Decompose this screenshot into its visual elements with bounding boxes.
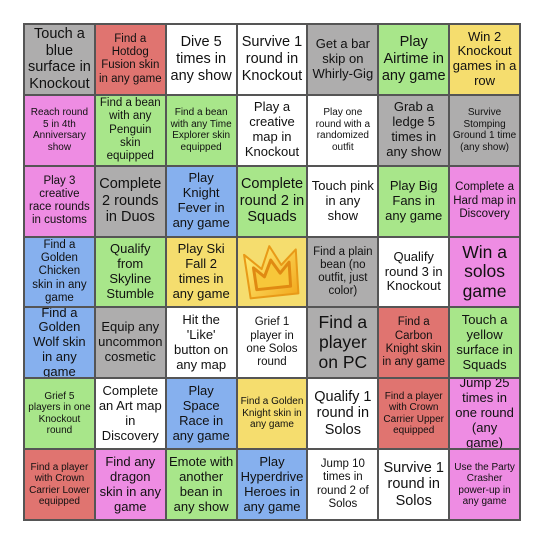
bingo-cell[interactable]: Play Airtime in any game [378, 24, 450, 95]
bingo-cell-label: Complete an Art map in Discovery [98, 382, 162, 443]
bingo-cell-label: Equip any uncommon cosmetic [98, 319, 163, 365]
bingo-cell[interactable]: Jump 25 times in one round (any game) [449, 378, 520, 450]
bingo-cell-label: Survive 1 round in Solos [383, 459, 444, 509]
bingo-cell-label: Touch a yellow surface in Squads [456, 311, 513, 372]
bingo-cell-label: Grief 5 players in one Knockout round [28, 390, 91, 437]
bingo-cell[interactable]: Find a player with Crown Carrier Lower e… [24, 449, 95, 520]
bingo-cell[interactable]: Play Ski Fall 2 times in any game [165, 236, 237, 308]
bingo-cell[interactable]: Win 2 Knockout games in a row [449, 24, 520, 95]
bingo-cell-label: Find a player on PC [318, 312, 368, 372]
bingo-cell-label: Reach round 5 in 4th Anniversary show [30, 107, 89, 153]
bingo-cell[interactable]: Win a solos game [449, 236, 520, 308]
bingo-cell-label: Find a Hotdog Fusion skin in any game [98, 32, 162, 85]
bingo-cell[interactable]: Find a Carbon Knight skin in any game [378, 307, 450, 379]
bingo-cell[interactable]: Play Space Race in any game [165, 378, 237, 450]
bingo-cell[interactable]: Survive 1 round in Solos [378, 449, 450, 520]
bingo-cell-label: Qualify 1 round in Solos [314, 388, 372, 439]
bingo-cell-label: Find a Golden Wolf skin in any game [33, 307, 86, 379]
bingo-cell-label: Find any dragon skin in any game [99, 453, 161, 514]
bingo-cell[interactable]: Get a bar skip on Whirly-Gig [307, 24, 379, 95]
bingo-cell-label: Find a plain bean (no outfit, just color… [313, 245, 373, 298]
bingo-cell[interactable]: Find a player with Crown Carrier Upper e… [378, 378, 450, 450]
bingo-cell[interactable]: Qualify from Skyline Stumble [94, 236, 166, 308]
bingo-cell-label: Grab a ledge 5 times in any show [386, 99, 442, 160]
bingo-cell[interactable]: Grief 5 players in one Knockout round [24, 378, 95, 450]
bingo-cell[interactable]: Find a Hotdog Fusion skin in any game [94, 24, 166, 95]
bingo-cell-label: Survive 1 round in Knockout [241, 34, 303, 84]
bingo-cell[interactable]: Hit the 'Like' button on any map [165, 307, 237, 379]
bingo-cell[interactable]: Find a Golden Chicken skin in any game [24, 236, 95, 308]
bingo-cell[interactable]: Complete round 2 in Squads [236, 165, 308, 237]
bingo-cell-label: Find a Golden Knight skin in any game [240, 396, 304, 431]
bingo-cell-label: Win 2 Knockout games in a row [452, 28, 517, 89]
bingo-cell-label: Dive 5 times in any show [170, 34, 232, 84]
bingo-cell-label: Find a player with Crown Carrier Upper e… [383, 390, 444, 437]
bingo-cell[interactable]: Find any dragon skin in any game [94, 449, 166, 520]
bingo-cell-label: Play Airtime in any game [381, 34, 446, 84]
bingo-cell[interactable]: Find a bean with any Time Explorer skin … [165, 94, 237, 166]
bingo-cell[interactable]: Find a plain bean (no outfit, just color… [307, 236, 379, 308]
bingo-cell-label: Complete a Hard map in Discovery [453, 181, 516, 220]
bingo-cell[interactable]: Complete an Art map in Discovery [94, 378, 166, 450]
bingo-board: Touch a blue surface in Knockout Find a H… [23, 23, 521, 521]
bingo-cell-label: Complete 2 rounds in Duos [99, 176, 162, 226]
bingo-cell[interactable]: Emote with another bean in any show [165, 449, 237, 520]
bingo-cell-label: Jump 10 times in round 2 of Solos [316, 458, 369, 510]
bingo-cell[interactable]: Equip any uncommon cosmetic [94, 307, 166, 379]
bingo-cell[interactable]: Dive 5 times in any show [165, 24, 237, 95]
crown-icon [243, 245, 300, 300]
bingo-cell-label: Complete round 2 in Squads [239, 176, 305, 226]
bingo-cell[interactable]: Find a Golden Knight skin in any game [236, 378, 308, 450]
bingo-cell[interactable]: Reach round 5 in 4th Anniversary show [24, 94, 95, 166]
bingo-cell[interactable]: Grab a ledge 5 times in any show [378, 94, 450, 166]
bingo-cell-label: Get a bar skip on Whirly-Gig [312, 36, 374, 81]
bingo-cell[interactable]: Play Knight Fever in any game [165, 165, 237, 237]
bingo-cell[interactable]: Find a bean with any Penguin skin equipp… [94, 94, 166, 166]
bingo-cell[interactable]: Play a creative map in Knockout [236, 94, 308, 166]
bingo-cell[interactable]: Find a player on PC [307, 307, 379, 379]
bingo-cell-label: Win a solos game [462, 241, 507, 301]
bingo-cell-label: Play 3 creative race rounds in customs [29, 174, 90, 227]
bingo-cell[interactable]: Touch pink in any show [307, 165, 379, 237]
bingo-cell-label: Play Knight Fever in any game [172, 170, 230, 231]
bingo-cell[interactable]: Grief 1 player in one Solos round [236, 307, 308, 379]
bingo-cell-label: Jump 25 times in one round (any game) [455, 378, 514, 450]
bingo-cell[interactable]: Use the Party Crasher power-up in any ga… [449, 449, 520, 520]
bingo-cell[interactable]: Jump 10 times in round 2 of Solos [307, 449, 379, 520]
bingo-cell[interactable]: Survive 1 round in Knockout [236, 24, 308, 95]
bingo-cell-label: Find a bean with any Time Explorer skin … [170, 107, 232, 153]
bingo-cell-label: Qualify from Skyline Stumble [106, 241, 155, 301]
bingo-cell-label: Play Hyperdrive Heroes in any game [240, 453, 304, 514]
bingo-cell[interactable]: Play Hyperdrive Heroes in any game [236, 449, 308, 520]
bingo-cell[interactable]: Survive Stomping Ground 1 time (any show… [449, 94, 520, 166]
bingo-cell-label: Grief 1 player in one Solos round [246, 316, 298, 369]
bingo-cell[interactable]: Touch a blue surface in Knockout [24, 24, 95, 95]
bingo-cell-label: Play Ski Fall 2 times in any game [172, 241, 230, 301]
bingo-cell-label: Play Big Fans in any game [385, 177, 443, 223]
bingo-cell-label: Touch pink in any show [311, 177, 374, 223]
bingo-cell[interactable]: Play one round with a randomized outfit [307, 94, 379, 166]
bingo-cell[interactable]: Touch a yellow surface in Squads [449, 307, 520, 379]
bingo-cell-label: Touch a blue surface in Knockout [27, 26, 91, 93]
bingo-cell-label: Play a creative map in Knockout [244, 99, 300, 160]
bingo-cell-label: Qualify round 3 in Knockout [384, 248, 443, 294]
bingo-cell[interactable]: Complete a Hard map in Discovery [449, 165, 520, 237]
bingo-cell-label: Find a player with Crown Carrier Lower e… [29, 461, 90, 508]
bingo-cell-free-space[interactable] [236, 236, 308, 308]
bingo-cell-label: Play one round with a randomized outfit [315, 107, 371, 153]
bingo-cell[interactable]: Qualify 1 round in Solos [307, 378, 379, 450]
bingo-cell-label: Hit the 'Like' button on any map [174, 311, 229, 372]
bingo-cell-label: Survive Stomping Ground 1 time (any show… [452, 107, 517, 153]
bingo-cell[interactable]: Play Big Fans in any game [378, 165, 450, 237]
bingo-cell[interactable]: Play 3 creative race rounds in customs [24, 165, 95, 237]
bingo-cell-label: Find a Golden Chicken skin in any game [32, 238, 87, 304]
bingo-cell-label: Emote with another bean in any show [168, 453, 234, 514]
bingo-cell-label: Find a Carbon Knight skin in any game [382, 316, 446, 369]
bingo-cell[interactable]: Qualify round 3 in Knockout [378, 236, 450, 308]
bingo-cell[interactable]: Find a Golden Wolf skin in any game [24, 307, 95, 379]
bingo-cell-label: Use the Party Crasher power-up in any ga… [454, 461, 515, 508]
bingo-cell[interactable]: Complete 2 rounds in Duos [94, 165, 166, 237]
bingo-cell-label: Find a bean with any Penguin skin equipp… [99, 97, 161, 163]
bingo-cell-label: Play Space Race in any game [172, 382, 230, 443]
